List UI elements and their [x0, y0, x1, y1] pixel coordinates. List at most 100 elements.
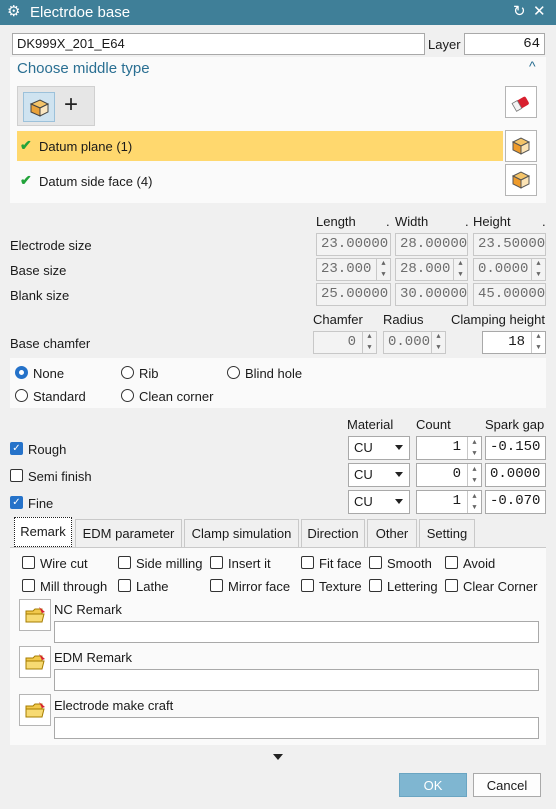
- radio-clean-corner[interactable]: [121, 389, 134, 402]
- rough-checkbox[interactable]: ✓: [10, 442, 23, 455]
- smooth-checkbox[interactable]: [369, 556, 382, 569]
- fine-material-select[interactable]: CU: [348, 490, 410, 514]
- radius-stepper[interactable]: ▲ ▼: [431, 332, 445, 353]
- clamping-height-stepper[interactable]: ▲ ▼: [531, 332, 545, 353]
- wire-cut-checkbox[interactable]: [22, 556, 35, 569]
- window-title: Electrdoe base: [30, 4, 131, 21]
- chamfer-stepper[interactable]: ▲ ▼: [362, 332, 376, 353]
- lettering-checkbox[interactable]: [369, 579, 382, 592]
- make-craft-input[interactable]: [54, 717, 539, 739]
- cube-icon: [511, 171, 531, 189]
- add-icon[interactable]: +: [64, 91, 78, 119]
- base-length-stepper[interactable]: ▲ ▼: [376, 259, 390, 280]
- tab-direction[interactable]: Direction: [301, 519, 365, 547]
- electrode-length-field[interactable]: 23.00000: [316, 233, 391, 256]
- chevron-down-icon: [395, 445, 403, 450]
- edm-remark-input[interactable]: [54, 669, 539, 691]
- fit-face-checkbox[interactable]: [301, 556, 314, 569]
- rough-material-select[interactable]: CU: [348, 436, 410, 460]
- semi-finish-material-select[interactable]: CU: [348, 463, 410, 487]
- base-width-stepper[interactable]: ▲ ▼: [453, 259, 467, 280]
- semi-finish-count-field[interactable]: 0 ▲ ▼: [416, 463, 482, 487]
- blank-width-field[interactable]: 30.00000: [395, 283, 468, 306]
- chevron-down-icon: [395, 499, 403, 504]
- blank-length-field[interactable]: 25.00000: [316, 283, 391, 306]
- cancel-button[interactable]: Cancel: [473, 773, 541, 797]
- title-bar: ⚙ Electrdoe base ↻ ✕: [0, 0, 556, 25]
- radius-field[interactable]: 0.000 ▲ ▼: [383, 331, 446, 354]
- semi-finish-checkbox[interactable]: [10, 469, 23, 482]
- cube-icon: [511, 137, 531, 155]
- base-length-value: 23.000: [321, 261, 372, 277]
- layer-input[interactable]: 64: [464, 33, 545, 55]
- texture-checkbox[interactable]: [301, 579, 314, 592]
- insert-it-checkbox[interactable]: [210, 556, 223, 569]
- refresh-icon[interactable]: ↻: [513, 4, 526, 19]
- collapse-icon[interactable]: ^: [529, 58, 536, 74]
- fine-spark-gap-field[interactable]: -0.070: [485, 490, 546, 514]
- side-milling-checkbox[interactable]: [118, 556, 131, 569]
- list-item[interactable]: ✔ Datum side face (4): [17, 166, 503, 196]
- base-width-field[interactable]: 28.000 ▲ ▼: [395, 258, 468, 281]
- radio-rib-label: Rib: [139, 366, 159, 381]
- clear-corner-checkbox[interactable]: [445, 579, 458, 592]
- base-height-stepper[interactable]: ▲ ▼: [531, 259, 545, 280]
- tab-remark[interactable]: Remark: [14, 517, 72, 547]
- tab-edm-parameter[interactable]: EDM parameter: [75, 519, 182, 547]
- tab-setting[interactable]: Setting: [419, 519, 475, 547]
- clamping-height-field[interactable]: 18 ▲ ▼: [482, 331, 546, 354]
- lathe-checkbox[interactable]: [118, 579, 131, 592]
- mill-through-checkbox[interactable]: [22, 579, 35, 592]
- edm-remark-folder-button[interactable]: [19, 646, 51, 678]
- avoid-checkbox[interactable]: [445, 556, 458, 569]
- electrode-height-field[interactable]: 23.50000: [473, 233, 546, 256]
- gear-icon[interactable]: ⚙: [7, 4, 20, 19]
- blank-height-field[interactable]: 45.00000: [473, 283, 546, 306]
- chamfer-header: Chamfer: [313, 312, 363, 327]
- chamfer-field[interactable]: 0 ▲ ▼: [313, 331, 377, 354]
- nc-remark-input[interactable]: [54, 621, 539, 643]
- radio-blind-hole[interactable]: [227, 366, 240, 379]
- fine-count-field[interactable]: 1 ▲ ▼: [416, 490, 482, 514]
- remark-tab-panel: [10, 547, 546, 745]
- header-dot: .: [542, 214, 546, 229]
- fine-count-stepper[interactable]: ▲ ▼: [467, 491, 481, 513]
- radio-blind-hole-label: Blind hole: [245, 366, 303, 381]
- rough-count-field[interactable]: 1 ▲ ▼: [416, 436, 482, 460]
- count-header: Count: [416, 417, 451, 432]
- datum-plane-cube-button[interactable]: [505, 130, 537, 162]
- semi-finish-spark-gap-field[interactable]: 0.0000: [485, 463, 546, 487]
- base-height-field[interactable]: 0.0000 ▲ ▼: [473, 258, 546, 281]
- ok-button[interactable]: OK: [399, 773, 467, 797]
- close-icon[interactable]: ✕: [533, 4, 546, 19]
- material-header: Material: [347, 417, 394, 432]
- expand-more-icon[interactable]: [273, 754, 283, 760]
- rough-count-stepper[interactable]: ▲ ▼: [467, 437, 481, 459]
- tab-clamp-simulation[interactable]: Clamp simulation: [184, 519, 299, 547]
- spark-gap-header: Spark gap: [485, 417, 545, 432]
- make-craft-label: Electrode make craft: [54, 698, 174, 713]
- header-dot: .: [386, 214, 390, 229]
- mirror-face-label: Mirror face: [228, 579, 291, 594]
- base-length-field[interactable]: 23.000 ▲ ▼: [316, 258, 391, 281]
- tab-other[interactable]: Other: [367, 519, 417, 547]
- wire-cut-label: Wire cut: [40, 556, 88, 571]
- datum-select-button[interactable]: [23, 92, 55, 122]
- electrode-size-label: Electrode size: [10, 238, 92, 253]
- fine-checkbox[interactable]: ✓: [10, 496, 23, 509]
- list-item-label: Datum plane (1): [39, 139, 133, 154]
- radio-rib[interactable]: [121, 366, 134, 379]
- semi-finish-count-stepper[interactable]: ▲ ▼: [467, 464, 481, 486]
- mirror-face-checkbox[interactable]: [210, 579, 223, 592]
- nc-remark-label: NC Remark: [54, 602, 122, 617]
- list-item[interactable]: ✔ Datum plane (1): [17, 131, 503, 161]
- electrode-name-input[interactable]: DK999X_201_E64: [12, 33, 425, 55]
- rough-spark-gap-field[interactable]: -0.150: [485, 436, 546, 460]
- eraser-button[interactable]: [505, 86, 537, 118]
- make-craft-folder-button[interactable]: [19, 694, 51, 726]
- electrode-width-field[interactable]: 28.00000: [395, 233, 468, 256]
- radio-none[interactable]: [15, 366, 28, 379]
- radio-standard[interactable]: [15, 389, 28, 402]
- datum-side-cube-button[interactable]: [505, 164, 537, 196]
- nc-remark-folder-button[interactable]: [19, 599, 51, 631]
